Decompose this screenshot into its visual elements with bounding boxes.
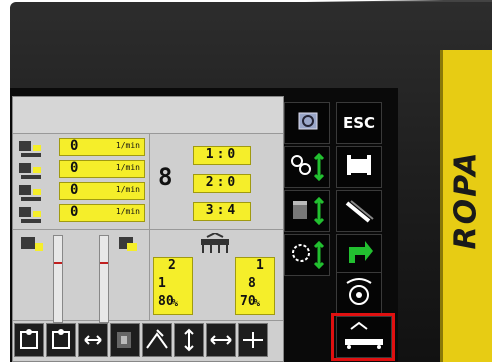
bunker-lift-button[interactable] — [284, 190, 330, 232]
column-unit: % — [254, 298, 261, 309]
spread-icon — [243, 332, 263, 348]
ratio-value: 1:0 — [205, 147, 239, 162]
harvester-front-icon — [347, 155, 371, 175]
rpm-unit: 1/min — [115, 207, 140, 216]
cleaning-unit-icon — [201, 233, 229, 253]
brand-logo: ROPA — [448, 150, 484, 250]
machine-view-button[interactable] — [336, 146, 382, 188]
divider — [149, 133, 150, 229]
panel-header — [13, 97, 283, 134]
tilt-icon — [146, 329, 168, 349]
loader-right-icon — [119, 237, 137, 251]
column-unit: % — [172, 298, 179, 309]
rotation-icon — [346, 278, 372, 305]
rpm-readout-3: 0 1/min — [59, 182, 145, 200]
level-marker — [100, 262, 108, 264]
green-turn-arrow-icon — [349, 241, 373, 263]
rpm-value: 0 — [70, 138, 79, 154]
rollers-up-down-icon — [291, 152, 325, 182]
ratio-readout-1: 1:0 — [193, 146, 251, 165]
rpm-readout-1: 0 1/min — [59, 138, 145, 156]
turn-button[interactable] — [336, 234, 382, 276]
sieve-star-icon — [292, 240, 325, 270]
bottom-key-8[interactable] — [238, 323, 268, 357]
cleaning-rollers-button[interactable] — [284, 146, 330, 188]
selected-highlight — [331, 313, 395, 361]
column-top-value: 1 — [256, 258, 264, 273]
rpm-readout-2: 0 1/min — [59, 160, 145, 178]
sieve-star-button[interactable] — [284, 234, 330, 276]
right-column-readout: 1 8 70 % — [235, 257, 275, 315]
esc-button[interactable]: ESC — [336, 102, 382, 144]
rpm-unit: 1/min — [115, 185, 140, 194]
bunker-icon — [117, 332, 131, 348]
camera-button[interactable] — [284, 102, 330, 144]
bottom-key-5[interactable] — [142, 323, 172, 357]
rpm-readout-4: 0 1/min — [59, 204, 145, 222]
rpm-drive-icons — [19, 141, 41, 223]
bunker-up-down-icon — [293, 196, 325, 226]
conveyor-button[interactable] — [336, 190, 382, 232]
divider — [13, 229, 283, 230]
bottom-key-1[interactable] — [14, 323, 44, 357]
width-icon — [210, 335, 232, 345]
bottom-key-2[interactable] — [46, 323, 76, 357]
lift-icon — [184, 328, 194, 352]
swap-arrows-icon — [84, 335, 102, 345]
rotate-button[interactable] — [336, 272, 382, 314]
gear-number: 8 — [158, 163, 173, 191]
rpm-value: 0 — [70, 160, 79, 176]
rpm-unit: 1/min — [115, 141, 140, 150]
camera-icon — [298, 112, 318, 130]
rpm-value: 0 — [70, 204, 79, 220]
seat-icon — [20, 329, 38, 349]
bottom-key-7[interactable] — [206, 323, 236, 357]
seat-icon — [52, 329, 70, 349]
loader-left-icon — [21, 237, 43, 251]
ratio-readout-2: 2:0 — [193, 174, 251, 193]
ratio-value: 3:4 — [205, 203, 239, 218]
rpm-unit: 1/min — [115, 163, 140, 172]
ratio-value: 2:0 — [205, 175, 239, 190]
conveyor-icon — [345, 200, 374, 223]
bottom-key-6[interactable] — [174, 323, 204, 357]
esc-label: ESC — [342, 114, 376, 132]
level-marker — [54, 262, 62, 264]
column-top-value: 2 — [168, 258, 176, 273]
rpm-value: 0 — [70, 182, 79, 198]
divider — [149, 230, 150, 320]
bottom-key-4[interactable] — [110, 323, 140, 357]
column-mid-value: 1 — [158, 276, 166, 291]
bottom-key-3[interactable] — [78, 323, 108, 357]
left-column-readout: 2 1 80 % — [153, 257, 193, 315]
left-level-bar — [53, 235, 63, 323]
column-mid-value: 8 — [248, 276, 256, 291]
ratio-readout-3: 3:4 — [193, 202, 251, 221]
center-level-bar — [99, 235, 109, 323]
